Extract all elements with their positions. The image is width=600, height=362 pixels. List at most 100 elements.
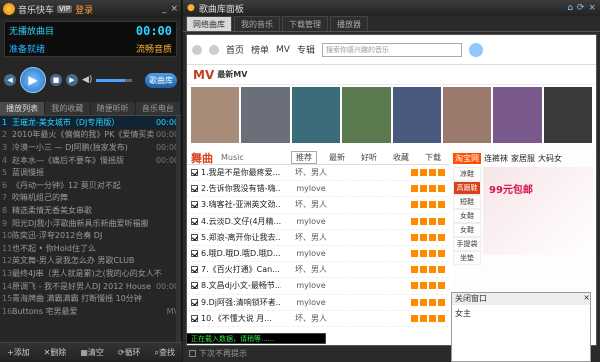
- loop-button[interactable]: ⟳循环: [118, 347, 141, 358]
- tab-player[interactable]: 播放器: [330, 16, 368, 31]
- add-icon[interactable]: [420, 201, 427, 209]
- favorite-icon[interactable]: [438, 250, 445, 258]
- playlist-row[interactable]: 14 原调飞 - 我不是好男人DJ 2012 House 00:00: [0, 280, 181, 293]
- song-checkbox[interactable]: [191, 185, 198, 193]
- song-artist[interactable]: 坏、男人: [281, 313, 341, 324]
- favorite-icon[interactable]: [438, 185, 445, 193]
- play-icon[interactable]: [411, 217, 418, 225]
- song-row[interactable]: 7.《百火打通》Can... 坏、男人: [187, 262, 449, 279]
- mv-thumbnail[interactable]: [291, 87, 341, 143]
- song-artist[interactable]: mylove: [281, 217, 341, 226]
- favorite-icon[interactable]: [438, 217, 445, 225]
- play-icon[interactable]: [411, 314, 418, 322]
- nav-albums[interactable]: 专辑: [297, 43, 315, 56]
- song-artist[interactable]: 坏、男人: [281, 264, 341, 275]
- favorite-icon[interactable]: [438, 201, 445, 209]
- download-icon[interactable]: [429, 298, 436, 306]
- song-name[interactable]: 3.嗨客社-亚洲英文劲...: [201, 199, 281, 210]
- song-row[interactable]: 1.我是不是你最疼爱... 坏、男人: [187, 165, 449, 182]
- playlist-row[interactable]: 6 《丹动一分钟》12 莫贝对不起: [0, 179, 181, 192]
- prev-button[interactable]: ◀: [4, 74, 16, 86]
- minimize-icon[interactable]: _: [162, 4, 167, 14]
- search-input[interactable]: 搜索你感兴趣的音乐: [321, 42, 462, 57]
- section-tab-good[interactable]: 好听: [357, 152, 381, 163]
- playlist-row[interactable]: 7 吹嘛机组己的舞: [0, 192, 181, 205]
- song-artist[interactable]: 坏、男人: [281, 199, 341, 210]
- login-link[interactable]: 登录: [75, 3, 93, 16]
- playlist-row[interactable]: 2 2010年最火《偏偏的我》PK《爱情买卖》 00:00: [0, 129, 181, 142]
- close-icon[interactable]: ×: [588, 3, 596, 13]
- playlist-scrollbar[interactable]: [176, 116, 181, 342]
- delete-button[interactable]: ✕删除: [44, 347, 67, 358]
- volume-icon[interactable]: ◀): [82, 75, 92, 85]
- ad-category[interactable]: 坐垫: [453, 251, 481, 265]
- song-name[interactable]: 1.我是不是你最疼爱...: [201, 167, 281, 178]
- song-row[interactable]: 2.告诉你我没有错-嗨... mylove: [187, 181, 449, 198]
- add-icon[interactable]: [420, 233, 427, 241]
- song-row[interactable]: 4.云淡D.文仔(4月精... mylove: [187, 214, 449, 230]
- mv-thumbnail[interactable]: [543, 87, 592, 143]
- ad-category[interactable]: 女鞋: [453, 209, 481, 223]
- favorite-icon[interactable]: [438, 298, 445, 306]
- ad-category[interactable]: 高跟鞋: [453, 181, 481, 195]
- playlist-row[interactable]: 16 Buttons 宅男最爱 MV: [0, 305, 181, 318]
- playlist-row[interactable]: 12 英文舞-男人录我怎么办 男歌CLUB: [0, 255, 181, 268]
- download-icon[interactable]: [429, 314, 436, 322]
- mv-thumbnail[interactable]: [241, 87, 290, 143]
- no-prompt-option[interactable]: 下次不再提示: [189, 348, 247, 359]
- play-icon[interactable]: [411, 169, 418, 177]
- song-artist[interactable]: mylove: [281, 249, 341, 258]
- download-icon[interactable]: [429, 266, 436, 274]
- tab-random[interactable]: 随便听听: [90, 102, 136, 115]
- nav-mv[interactable]: MV: [276, 45, 290, 55]
- download-icon[interactable]: [429, 282, 436, 290]
- song-row[interactable]: 5.郑浪-离开你让我去... 坏、男人: [187, 230, 449, 246]
- find-button[interactable]: ⌕查找: [155, 347, 175, 358]
- section-tab-recommend[interactable]: 推荐: [291, 151, 317, 164]
- favorite-icon[interactable]: [438, 169, 445, 177]
- forward-icon[interactable]: [209, 44, 219, 55]
- download-icon[interactable]: [429, 250, 436, 258]
- nav-home[interactable]: 首页: [226, 43, 244, 56]
- song-name[interactable]: 5.郑浪-离开你让我去...: [201, 232, 281, 243]
- add-icon[interactable]: [420, 282, 427, 290]
- song-row[interactable]: 6.哦D.哦D.哦D.哦D... mylove: [187, 246, 449, 263]
- mv-thumbnail[interactable]: [342, 87, 391, 143]
- song-name[interactable]: 6.哦D.哦D.哦D.哦D...: [201, 248, 281, 259]
- song-name[interactable]: 7.《百火打通》Can...: [201, 264, 281, 275]
- ad-link[interactable]: 大码女: [538, 153, 562, 164]
- volume-slider[interactable]: [96, 78, 133, 82]
- add-icon[interactable]: [420, 266, 427, 274]
- download-icon[interactable]: [429, 185, 436, 193]
- play-icon[interactable]: [411, 250, 418, 258]
- stop-button[interactable]: ■: [50, 74, 62, 86]
- song-name[interactable]: 9.Dj阿强:清响锁环者...: [201, 297, 281, 308]
- song-checkbox[interactable]: [191, 314, 198, 322]
- ad-category[interactable]: 短鞋: [453, 195, 481, 209]
- home-icon[interactable]: ⌂: [567, 3, 573, 13]
- download-icon[interactable]: [429, 217, 436, 225]
- song-row[interactable]: 10.《不懂大说 月... 坏、男人: [187, 311, 449, 327]
- refresh-icon[interactable]: ⟳: [577, 3, 585, 13]
- play-icon[interactable]: [411, 233, 418, 241]
- favorite-icon[interactable]: [438, 266, 445, 274]
- song-checkbox[interactable]: [191, 250, 198, 258]
- song-checkbox[interactable]: [191, 217, 198, 225]
- playlist-row[interactable]: 10 陈奕迅-浮夸2012合奏 DJ: [0, 229, 181, 242]
- song-checkbox[interactable]: [191, 298, 198, 306]
- song-library-button[interactable]: 歌曲库: [145, 72, 177, 88]
- section-tab-download[interactable]: 下载: [421, 152, 445, 163]
- ad-link[interactable]: 连裤袜: [484, 153, 508, 164]
- song-row[interactable]: 3.嗨客社-亚洲英文劲... 坏、男人: [187, 197, 449, 214]
- next-button[interactable]: ▶: [66, 74, 78, 86]
- download-icon[interactable]: [429, 233, 436, 241]
- section-tab-fav[interactable]: 收藏: [389, 152, 413, 163]
- mv-thumbnail[interactable]: [392, 87, 441, 143]
- playlist-row[interactable]: 11 也不起 • 你Hold住了么: [0, 242, 181, 255]
- close-icon[interactable]: ×: [170, 4, 178, 14]
- quality-selector[interactable]: 流畅音质: [136, 42, 172, 55]
- close-icon[interactable]: ×: [583, 293, 590, 305]
- song-artist[interactable]: 坏、男人: [281, 167, 341, 178]
- play-button[interactable]: ▶: [20, 67, 46, 93]
- playlist-row[interactable]: 13 最终4J串（男人就是累)之(我的心的女人不: [0, 267, 181, 280]
